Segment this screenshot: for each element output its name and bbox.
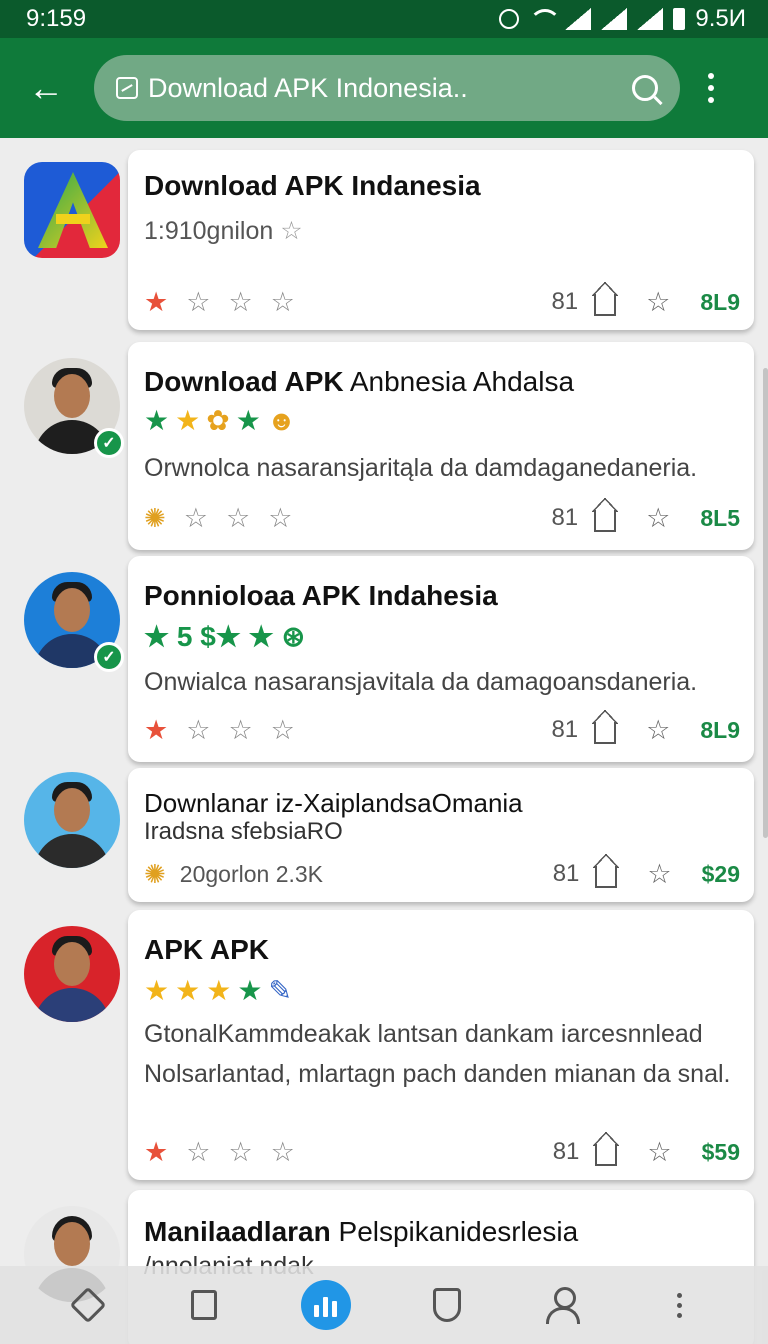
item-title: Download APK Anbnesia Ahdalsa	[144, 366, 575, 397]
item-stats-row: ★ ☆ ☆ ☆ 81 ☆ $59	[144, 1132, 740, 1170]
avatar	[24, 926, 122, 1024]
price-label: $59	[701, 1138, 740, 1165]
rating-stars[interactable]: ★ ☆ ☆ ☆	[144, 715, 295, 746]
app-list: Download APK Indanesia 1:910gnilon ☆ ★ ☆ ☆…	[0, 138, 768, 1344]
item-title: Download APK Indanesia	[144, 170, 481, 201]
back-arrow-icon[interactable]: ←	[20, 62, 72, 114]
item-card[interactable]: Download APK Indanesia 1:910gnilon ☆ ★ ☆ ☆…	[128, 150, 754, 330]
list-item[interactable]: ✓ Ponnioloaa APK Indahesia ★ 5 $★ ★ ⊛ On…	[0, 556, 768, 770]
home-icon[interactable]	[593, 1132, 620, 1166]
item-description: Onwialca nasaransjavitala da damagoansda…	[144, 668, 698, 696]
app-logo-icon	[24, 162, 122, 260]
item-description: Orwnolca nasaransjaritąla da damdaganeda…	[144, 454, 698, 482]
item-card[interactable]: Downlanar iz-XaiplandsaOmania Iradsna sf…	[128, 768, 754, 902]
rating-stars[interactable]: ★ ☆ ☆ ☆	[144, 1137, 295, 1168]
rating-text: 20gorlon 2.3K	[179, 860, 324, 887]
item-subtitle: Iradsna sfebsiaRO	[144, 818, 343, 845]
download-count: 81	[551, 716, 579, 743]
home-icon[interactable]	[592, 282, 619, 316]
price-label: 8L9	[700, 288, 740, 315]
avatar: ✓	[24, 572, 124, 672]
price-label: 8L5	[700, 504, 740, 531]
rating-icons: ★ ★ ✿ ★ ☻	[144, 404, 297, 437]
nav-book-icon[interactable]	[184, 1285, 224, 1325]
rating-icons: ★ 5 $★ ★ ⊛	[144, 621, 306, 652]
home-icon[interactable]	[592, 710, 619, 744]
favorite-star-icon[interactable]: ☆	[646, 287, 670, 318]
rating-stars[interactable]: ★ ☆ ☆ ☆	[144, 287, 295, 318]
list-item[interactable]: Download APK Indanesia 1:910gnilon ☆ ★ ☆ ☆…	[0, 138, 768, 338]
trend-icon	[116, 77, 138, 99]
alarm-icon	[499, 9, 520, 29]
item-stats-row: ★ ☆ ☆ ☆ 81 ☆ 8L9	[144, 710, 740, 748]
rating-icons: ★ ★ ★ ★ ✎	[144, 975, 292, 1006]
more-options-icon[interactable]	[706, 73, 716, 103]
sun-icon: ✺	[144, 858, 166, 889]
favorite-star-icon[interactable]: ☆	[647, 1137, 671, 1168]
favorite-star-icon[interactable]: ☆	[646, 503, 670, 534]
item-description: GtonalKammdeakak lantsan dankam iarcesnn…	[144, 1020, 731, 1088]
item-title: Ponnioloaa APK Indahesia	[144, 580, 498, 611]
download-count: 81	[551, 504, 579, 531]
download-count: 81	[551, 288, 579, 315]
verified-badge-icon: ✓	[94, 428, 124, 458]
rating-stars[interactable]: ✺ ☆ ☆ ☆	[144, 503, 292, 534]
battery-icon	[673, 8, 686, 30]
search-icon[interactable]	[632, 75, 658, 101]
status-time: 9:159	[26, 5, 87, 32]
scrollbar[interactable]	[763, 368, 768, 838]
verified-badge-icon: ✓	[94, 642, 124, 672]
battery-level: 9.5И	[695, 5, 746, 32]
nav-tag-icon[interactable]	[68, 1285, 108, 1325]
item-card[interactable]: Download APK Anbnesia Ahdalsa ★ ★ ✿ ★ ☻ Orwn…	[128, 342, 754, 550]
favorite-star-icon[interactable]: ☆	[646, 715, 670, 746]
home-icon[interactable]	[592, 498, 619, 532]
nav-stats-icon[interactable]	[300, 1280, 351, 1330]
app-bar: ← Download APK Indonesia..	[0, 38, 768, 138]
search-bar[interactable]: Download APK Indonesia..	[94, 55, 680, 121]
item-card[interactable]: APK APK ★ ★ ★ ★ ✎ GtonalKammdeakak lantsan d…	[128, 910, 754, 1180]
nav-profile-icon[interactable]	[543, 1285, 583, 1325]
bottom-navigation	[0, 1266, 768, 1344]
favorite-star-icon[interactable]: ☆	[647, 859, 671, 890]
home-icon[interactable]	[593, 854, 620, 888]
status-bar: 9:159 9.5И	[0, 0, 768, 38]
signal-icon	[565, 8, 592, 30]
nav-more-icon[interactable]	[660, 1285, 700, 1325]
status-icons: 9.5И	[499, 5, 746, 33]
list-item[interactable]: APK APK ★ ★ ★ ★ ✎ GtonalKammdeakak lantsan d…	[0, 910, 768, 1186]
signal-icon-3	[637, 8, 664, 30]
signal-icon-2	[601, 8, 628, 30]
list-item[interactable]: Downlanar iz-XaiplandsaOmania Iradsna sf…	[0, 768, 768, 912]
nav-shield-icon[interactable]	[427, 1285, 467, 1325]
item-title: APK APK	[144, 934, 269, 965]
download-count: 81	[552, 1138, 580, 1165]
item-stats-row: ✺ 20gorlon 2.3K 81 ☆ $29	[144, 854, 740, 892]
download-count: 81	[552, 860, 580, 887]
price-label: $29	[701, 860, 740, 887]
item-card[interactable]: Ponnioloaa APK Indahesia ★ 5 $★ ★ ⊛ Onwi…	[128, 556, 754, 762]
item-title: Downlanar iz-XaiplandsaOmania	[144, 788, 523, 818]
item-stats-row: ✺ ☆ ☆ ☆ 81 ☆ 8L5	[144, 498, 740, 536]
avatar: ✓	[24, 358, 124, 458]
avatar	[24, 772, 122, 870]
wifi-icon	[529, 9, 562, 29]
item-subtitle: 1:910gnilon ☆	[144, 217, 303, 245]
list-item[interactable]: ✓ Download APK Anbnesia Ahdalsa ★ ★ ✿ ★ ☻ Or…	[0, 342, 768, 556]
item-title: Manilaadlaran Pelspikanidesrlesia	[144, 1216, 579, 1247]
search-text[interactable]: Download APK Indonesia..	[148, 73, 632, 104]
item-stats-row: ★ ☆ ☆ ☆ 81 ☆ 8L9	[144, 282, 740, 320]
price-label: 8L9	[700, 716, 740, 743]
